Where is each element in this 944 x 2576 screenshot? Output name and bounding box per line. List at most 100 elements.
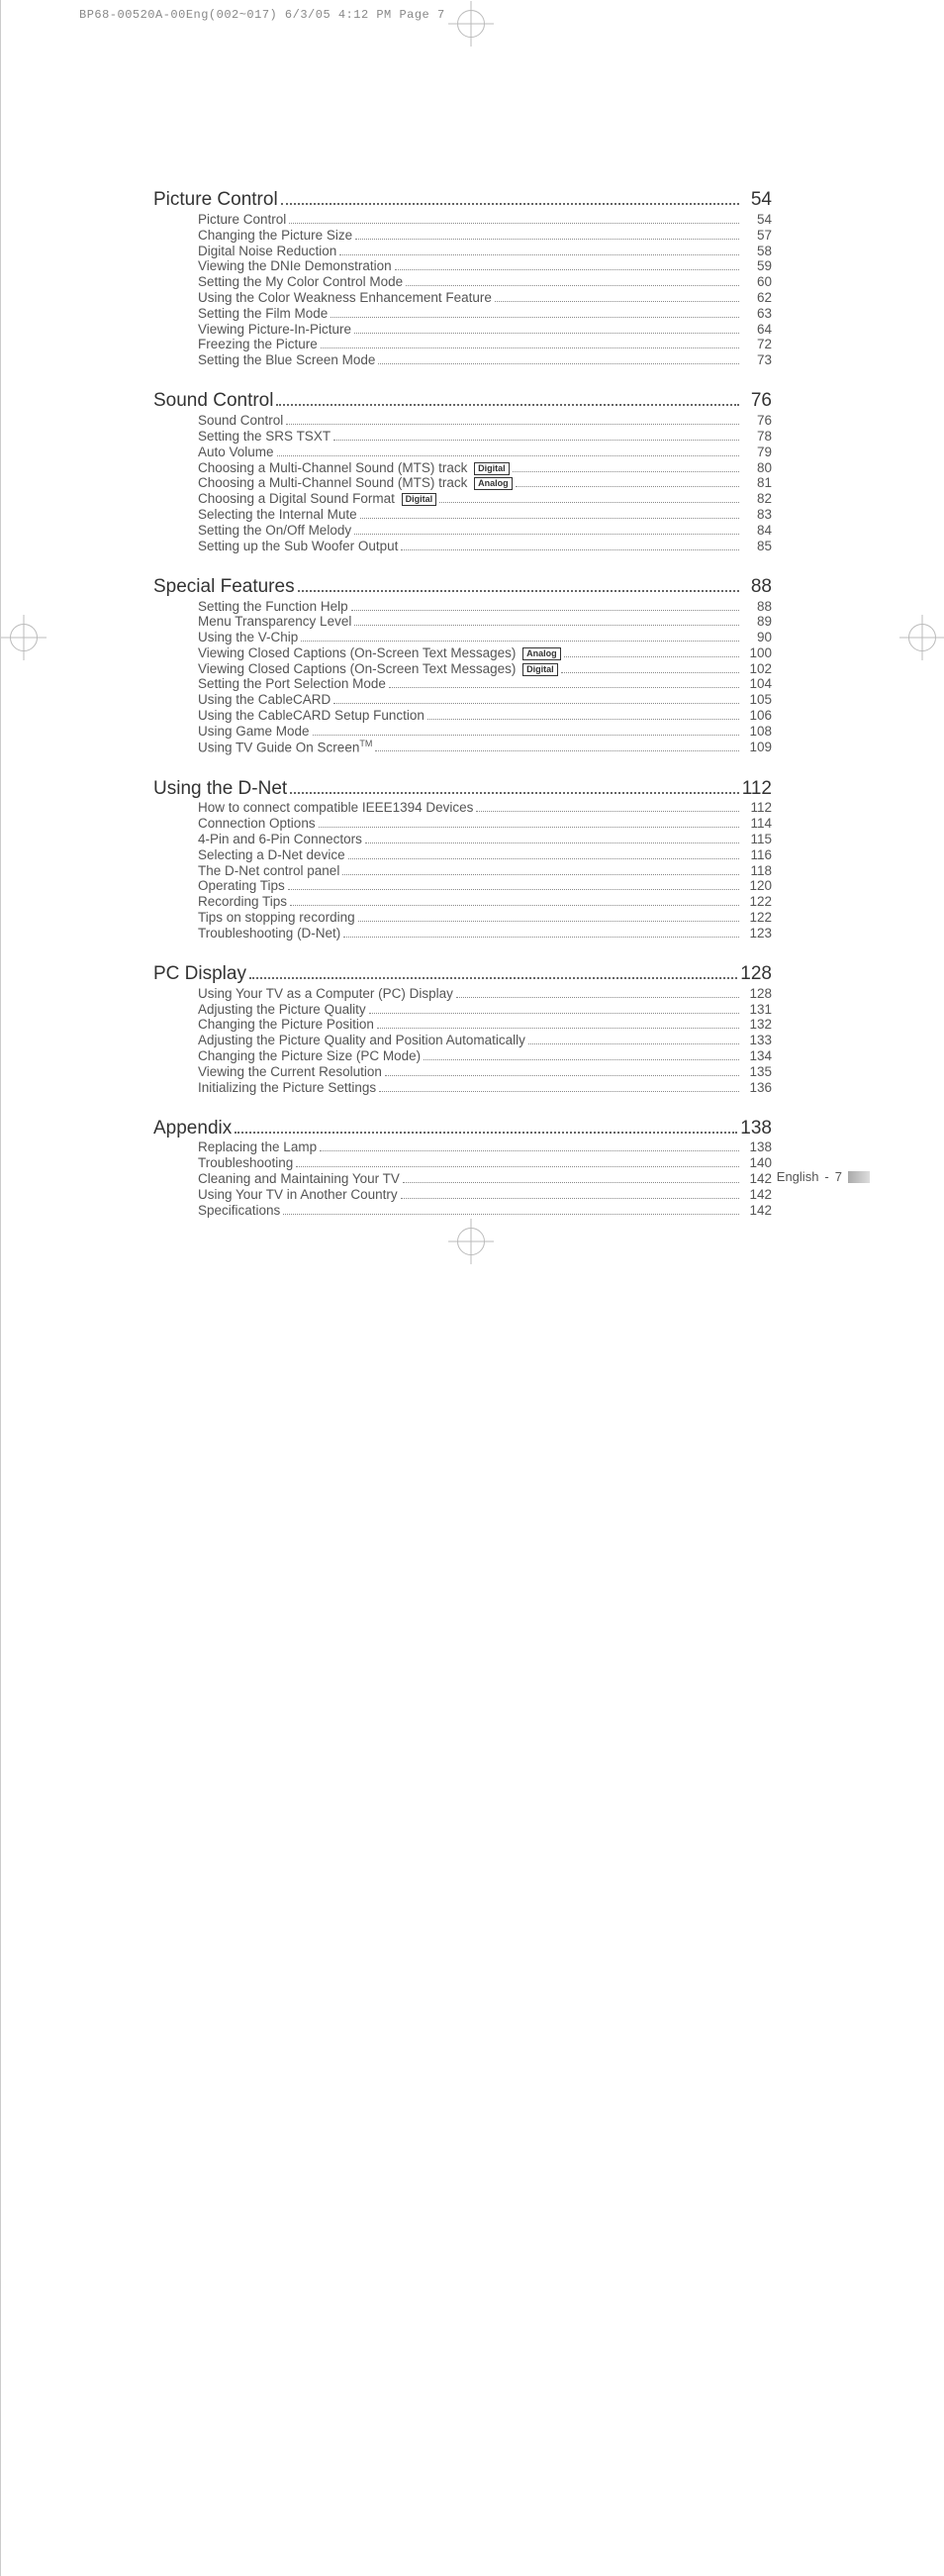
toc-entry-title: Using the CableCARD [198, 693, 330, 707]
toc-entry-title: Using TV Guide On ScreenTM [198, 740, 372, 754]
signal-type-tag: Digital [402, 493, 437, 506]
toc-entry-title: Initializing the Picture Settings [198, 1081, 376, 1095]
toc-section: Sound Control76Sound Control76Setting th… [153, 389, 772, 552]
toc-entry-title: Using Your TV in Another Country [198, 1188, 398, 1202]
toc-leader [365, 832, 739, 843]
toc-entry: Setting the Blue Screen Mode73 [153, 352, 772, 367]
toc-entry-page: 60 [742, 275, 772, 289]
toc-entry-title: Selecting the Internal Mute [198, 508, 357, 522]
toc-entry-title: Recording Tips [198, 895, 287, 909]
toc-leader [395, 259, 739, 271]
toc-leader [286, 413, 739, 425]
toc-entry-title: Replacing the Lamp [198, 1140, 317, 1154]
toc-leader [249, 962, 737, 979]
toc-entry-page: 78 [742, 430, 772, 444]
toc-leader [439, 491, 739, 503]
footer-page-number: 7 [835, 1169, 842, 1184]
toc-leader [528, 1033, 739, 1044]
toc-entry-title: Setting the On/Off Melody [198, 524, 351, 538]
toc-entry: Viewing Closed Captions (On-Screen Text … [153, 645, 772, 660]
toc-heading-page: 112 [742, 779, 772, 798]
toc-leader [354, 322, 739, 334]
toc-entry-title: Using the V-Chip [198, 631, 298, 644]
toc-leader [378, 352, 739, 364]
toc-entry-page: 76 [742, 414, 772, 428]
toc-heading-title: PC Display [153, 964, 246, 983]
toc-entry: Using Your TV in Another Country142 [153, 1187, 772, 1202]
toc-entry-title: How to connect compatible IEEE1394 Devic… [198, 801, 473, 815]
trademark-icon: TM [359, 739, 372, 748]
toc-leader [235, 1117, 737, 1134]
toc-entry-page: 88 [742, 600, 772, 614]
toc-entry-title: Menu Transparency Level [198, 615, 351, 629]
toc-entry-page: 90 [742, 631, 772, 644]
toc-leader [277, 445, 739, 456]
toc-entry-title: Digital Noise Reduction [198, 245, 336, 258]
toc-entry-title: Choosing a Multi-Channel Sound (MTS) tra… [198, 461, 510, 475]
toc-entry-page: 140 [742, 1156, 772, 1170]
toc-entry: Using Game Mode108 [153, 724, 772, 739]
toc-heading-title: Appendix [153, 1119, 232, 1138]
toc-entry-title: Changing the Picture Size [198, 229, 352, 243]
toc-entry-page: 54 [742, 213, 772, 227]
toc-entry-title: Using the Color Weakness Enhancement Fea… [198, 291, 492, 305]
toc-entry-page: 79 [742, 446, 772, 459]
toc-leader [290, 776, 739, 793]
signal-type-tag: Analog [522, 647, 561, 660]
toc-entry-page: 122 [742, 911, 772, 925]
toc-entry-page: 89 [742, 615, 772, 629]
toc-entry-page: 135 [742, 1065, 772, 1079]
toc-leader [343, 926, 739, 938]
toc-heading-title: Using the D-Net [153, 779, 287, 798]
toc-entry-page: 105 [742, 693, 772, 707]
toc-leader [301, 630, 739, 642]
toc-leader [348, 847, 739, 859]
toc-entry-title: Sound Control [198, 414, 283, 428]
toc-entry-title: Selecting a D-Net device [198, 848, 345, 862]
toc-entry-title: Choosing a Digital Sound Format Digital [198, 492, 436, 506]
toc-entry: Freezing the Picture72 [153, 338, 772, 352]
toc-entry-page: 142 [742, 1204, 772, 1218]
toc-entry: Using TV Guide On ScreenTM109 [153, 740, 772, 755]
toc-leader [406, 274, 739, 286]
toc-section: Using the D-Net 112 How to connect compati… [153, 776, 772, 940]
toc-entry-title: Using Your TV as a Computer (PC) Display [198, 987, 453, 1001]
toc-entry-page: 100 [742, 646, 772, 660]
toc-heading-title: Special Features [153, 577, 295, 596]
page-footer: English - 7 [777, 1169, 870, 1184]
toc-leader [355, 228, 739, 240]
toc-leader [360, 507, 739, 519]
toc-leader [283, 1203, 739, 1215]
toc-section-heading: Sound Control76 [153, 389, 772, 411]
toc-entry-title: Setting the My Color Control Mode [198, 275, 403, 289]
signal-type-tag: Analog [474, 477, 513, 490]
toc-entry: Viewing Closed Captions (On-Screen Text … [153, 661, 772, 676]
toc-entry: Setting the Film Mode63 [153, 306, 772, 321]
toc-entry: Cleaning and Maintaining Your TV142 [153, 1171, 772, 1186]
toc-entry-page: 58 [742, 245, 772, 258]
toc-entry: The D-Net control panel118 [153, 863, 772, 878]
toc-heading-page: 76 [742, 391, 772, 410]
toc-section: Appendix138Replacing the Lamp138Troubles… [153, 1117, 772, 1218]
toc-entry: Troubleshooting (D-Net)123 [153, 926, 772, 941]
toc-leader [296, 1155, 739, 1167]
toc-entry: Replacing the Lamp138 [153, 1140, 772, 1155]
toc-entry-title: Setting the SRS TSXT [198, 430, 330, 444]
toc-entry-page: 83 [742, 508, 772, 522]
toc-entry: Using Your TV as a Computer (PC) Display… [153, 986, 772, 1001]
toc-heading-page: 88 [742, 577, 772, 596]
toc-entry-title: 4-Pin and 6-Pin Connectors [198, 833, 362, 846]
toc-entry-page: 123 [742, 927, 772, 941]
toc-leader [379, 1080, 739, 1092]
toc-entry-title: Viewing the DNIe Demonstration [198, 259, 392, 273]
toc-leader [369, 1002, 739, 1014]
toc-entry: Connection Options114 [153, 816, 772, 831]
toc-entry-title: Tips on stopping recording [198, 911, 355, 925]
toc-leader [513, 460, 739, 472]
toc-entry-page: 108 [742, 725, 772, 739]
toc-entry-title: Changing the Picture Size (PC Mode) [198, 1049, 421, 1063]
toc-entry-page: 114 [742, 817, 772, 831]
toc-entry-page: 133 [742, 1034, 772, 1047]
toc-leader [342, 863, 739, 875]
toc-entry: Choosing a Multi-Channel Sound (MTS) tra… [153, 460, 772, 475]
